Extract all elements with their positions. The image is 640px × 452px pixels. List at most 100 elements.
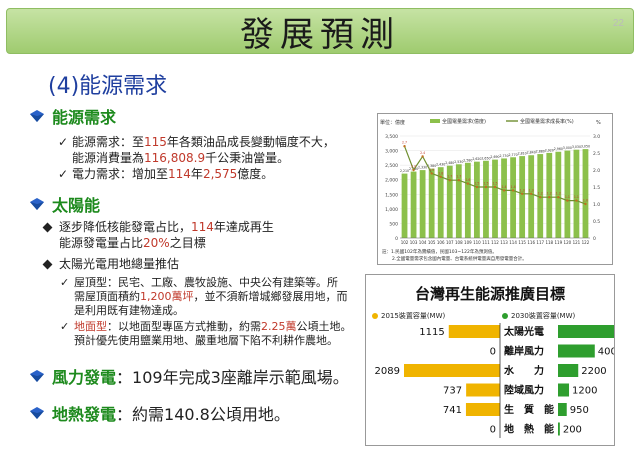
growth-rate-label: 1.2 (547, 192, 552, 196)
right-tick-label: 1.0 (593, 202, 600, 208)
growth-rate-point (557, 196, 560, 199)
bar-2015 (448, 325, 500, 338)
section-title: (4)能源需求 (48, 74, 168, 99)
category-label: 生 質 能 (504, 403, 554, 416)
demand-bar-label: 2,330 (418, 166, 427, 170)
chart-note-2: 2.全國電量需求包含國內電量、台電系統供電量與自用發電量合計。 (392, 255, 527, 262)
x-tick-label: 112 (491, 240, 499, 245)
demand-bar-label: 2,920 (545, 148, 554, 152)
bar-2030 (558, 325, 614, 338)
growth-rate-label: 1.2 (538, 192, 543, 196)
x-tick-label: 110 (473, 240, 481, 245)
demand-bar-label: 2,690 (490, 155, 499, 159)
demand-chart: 單位：億度% 全國電量需求(億度) 全國電量需求成長率(%) 3,500 3,000 2,… (377, 113, 613, 265)
check-icon: ✓ (58, 135, 69, 149)
growth-rate-point (511, 189, 515, 192)
demand-bar-label: 2,840 (527, 151, 536, 155)
bar-2030 (558, 383, 570, 397)
demand-bar-label: 2,620 (472, 157, 481, 161)
x-tick-label: 119 (555, 240, 563, 245)
growth-rate-point (475, 185, 479, 189)
demand-bar (474, 161, 480, 238)
growth-rate-point (448, 179, 451, 182)
wind-line: 風力發電：109年完成3座離岸示範風場。 (30, 364, 349, 388)
growth-rate-label: 1.2 (556, 192, 561, 196)
left-tick-label: 3,500 (385, 134, 398, 140)
bar-2015-label: 737 (443, 386, 462, 397)
x-tick-label: 102 (401, 240, 409, 245)
demand-bar-label: 2,880 (536, 150, 545, 154)
bar-2015-label: 2089 (375, 366, 400, 377)
x-tick-label: 117 (536, 240, 544, 245)
bar-2015-label: 741 (443, 405, 462, 416)
x-tick-label: 108 (455, 240, 463, 245)
solar-bullet-1: 逐步降低核能發電占比，114年達成再生 能源發電量占比20%之目標 (42, 219, 274, 251)
demand-bar (573, 149, 580, 238)
demand-bar-label: 3,030 (572, 145, 581, 149)
growth-rate-point (548, 196, 551, 199)
demand-bar-label: 2,770 (509, 153, 518, 157)
demand-bar (464, 162, 471, 238)
left-tick-label: 2,000 (385, 178, 398, 184)
category-label: 離岸風力 (504, 345, 544, 358)
demand-bar (501, 158, 507, 238)
category-label: 地 熱 能 (504, 423, 554, 436)
demand-chart-svg: 單位：億度 %全國電量需求(億度) 全國電量需求成長率(%)3,5003,0002,… (380, 118, 601, 262)
bar-2030-label: 4000 (598, 347, 614, 358)
growth-rate-label: 2.4 (420, 151, 425, 155)
category-label: 太陽光電 (503, 325, 544, 338)
growth-rate-point (457, 179, 461, 182)
x-tick-label: 106 (437, 240, 445, 245)
growth-rate-point (421, 155, 424, 158)
right-tick-label: 0.5 (593, 219, 600, 225)
category-label: 陸域風力 (504, 384, 544, 397)
growth-rate-point (575, 199, 578, 202)
bar-2015-label: 0 (490, 347, 496, 358)
bar-2030 (558, 403, 567, 416)
growth-rate-point (520, 192, 524, 195)
legend-swatch-bars (430, 119, 440, 123)
demand-bar-label: 3,000 (563, 146, 572, 150)
diamond-bullet-icon (42, 259, 53, 270)
demand-bar-label: 2,210 (400, 169, 409, 173)
growth-rate-label: 1.3 (520, 188, 525, 192)
check-icon: ✓ (60, 320, 70, 333)
demand-bar (419, 170, 426, 238)
bar-2030 (558, 344, 595, 358)
bar-2030 (558, 422, 560, 436)
x-tick-label: 114 (509, 240, 517, 245)
growth-rate-label: 1.5 (492, 182, 497, 186)
growth-rate-label: 1.1 (565, 195, 570, 199)
demand-bar (428, 168, 435, 238)
category-label: 水 力 (503, 364, 544, 377)
check-icon: ✓ (60, 276, 70, 289)
x-tick-label: 103 (410, 240, 418, 245)
growth-rate-point (529, 192, 533, 195)
legend-label-bars: 全國電量需求(億度) (442, 118, 486, 125)
left-tick-label: 1,000 (385, 207, 398, 213)
demand-bar (401, 173, 408, 238)
legend-label-line: 全國電量需求成長率(%) (520, 118, 574, 125)
right-tick-label: 0 (593, 236, 596, 242)
growth-rate-point (493, 185, 497, 189)
bar-2030-label: 2200 (581, 366, 606, 377)
solar-heading: 太陽能 (30, 192, 100, 216)
x-tick-label: 121 (573, 240, 581, 245)
right-tick-label: 2.0 (593, 168, 600, 174)
demand-bar-label: 2,650 (481, 156, 490, 160)
diamond-bullet-icon (42, 222, 53, 233)
right-axis-title: % (596, 120, 601, 126)
growth-rate-label: 1.3 (529, 188, 534, 192)
gem-icon (30, 407, 44, 419)
renewable-chart: 台灣再生能源推廣目標 2015裝置容量(MW) 2030裝置容量(MW) 111… (365, 274, 615, 446)
bar-2030 (558, 364, 579, 377)
left-tick-label: 1,500 (385, 192, 398, 198)
bar-2030-label: 1200 (572, 386, 597, 397)
x-tick-label: 120 (564, 240, 572, 245)
bar-2015-label: 1115 (419, 327, 444, 338)
growth-rate-label: 1.4 (511, 185, 516, 189)
demand-bar (510, 157, 516, 238)
x-tick-label: 118 (545, 240, 553, 245)
growth-rate-label: 1.7 (447, 175, 452, 179)
growth-rate-point (502, 189, 506, 192)
